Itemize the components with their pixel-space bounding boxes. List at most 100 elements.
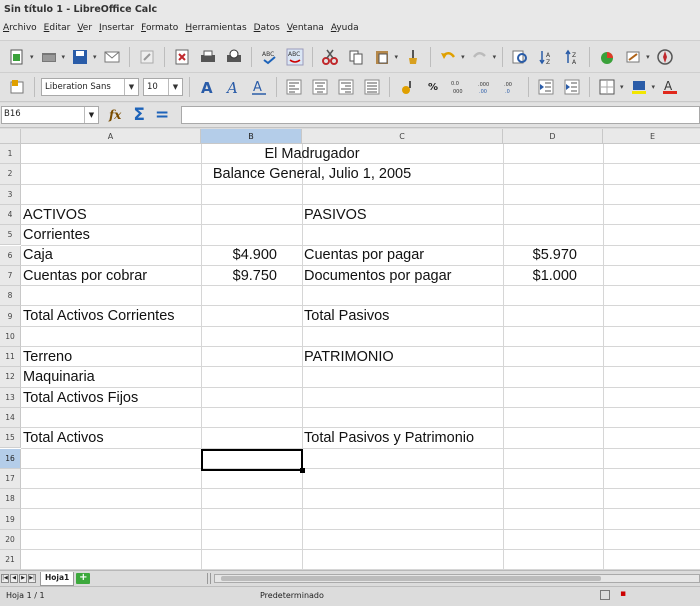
- sort-ascending-icon[interactable]: AZ: [535, 46, 557, 68]
- cell-a12[interactable]: Maquinaria: [23, 367, 95, 387]
- selection-mode-icon[interactable]: [600, 590, 610, 600]
- menu-ayuda[interactable]: Ayuda: [331, 23, 359, 40]
- next-sheet-icon[interactable]: ▶: [19, 574, 27, 583]
- name-box[interactable]: B16 ▼: [1, 106, 99, 124]
- row-header[interactable]: 10: [0, 326, 21, 347]
- open-folder-icon[interactable]: [38, 46, 60, 68]
- save-icon[interactable]: [69, 46, 91, 68]
- cell-c11[interactable]: PATRIMONIO: [304, 347, 394, 367]
- print-icon[interactable]: [197, 46, 219, 68]
- paste-dropdown-icon[interactable]: ▾: [395, 53, 399, 61]
- font-size-combo[interactable]: 10 ▼: [143, 78, 183, 96]
- add-sheet-icon[interactable]: +: [76, 573, 91, 584]
- draw-dropdown-icon[interactable]: ▾: [646, 53, 650, 61]
- menu-archivo[interactable]: Archivo: [3, 23, 37, 40]
- undo-dropdown-icon[interactable]: ▾: [461, 53, 465, 61]
- percent-format-icon[interactable]: %: [422, 76, 444, 98]
- cell-a11[interactable]: Terreno: [23, 347, 72, 367]
- increase-indent-icon[interactable]: [561, 76, 583, 98]
- redo-icon[interactable]: [469, 46, 491, 68]
- first-sheet-icon[interactable]: |◀: [1, 574, 9, 583]
- bold-icon[interactable]: A: [196, 76, 218, 98]
- autospellcheck-icon[interactable]: ABC: [284, 46, 306, 68]
- formula-input[interactable]: [181, 106, 700, 124]
- row-header[interactable]: 6: [0, 245, 21, 266]
- cell-b7[interactable]: $9.750: [201, 266, 277, 286]
- align-center-icon[interactable]: [309, 76, 331, 98]
- row-header[interactable]: 12: [0, 367, 21, 388]
- cell-subtitle[interactable]: Balance General, Julio 1, 2005: [21, 164, 603, 184]
- last-sheet-icon[interactable]: ▶|: [28, 574, 36, 583]
- cut-icon[interactable]: [319, 46, 341, 68]
- cell-b6[interactable]: $4.900: [201, 245, 277, 265]
- spellcheck-icon[interactable]: ABC: [258, 46, 280, 68]
- cell-c6[interactable]: Cuentas por pagar: [304, 245, 424, 265]
- edit-mode-icon[interactable]: [136, 46, 158, 68]
- font-color-icon[interactable]: A: [659, 76, 681, 98]
- currency-format-icon[interactable]: [396, 76, 418, 98]
- italic-icon[interactable]: A: [222, 76, 244, 98]
- align-right-icon[interactable]: [335, 76, 357, 98]
- row-header[interactable]: 20: [0, 529, 21, 550]
- column-header-e[interactable]: E: [603, 129, 700, 144]
- cell-a15[interactable]: Total Activos: [23, 428, 104, 448]
- cell-a7[interactable]: Cuentas por cobrar: [23, 266, 147, 286]
- email-icon[interactable]: [101, 46, 123, 68]
- prev-sheet-icon[interactable]: ◀: [10, 574, 18, 583]
- background-color-icon[interactable]: [628, 76, 650, 98]
- export-pdf-icon[interactable]: [171, 46, 193, 68]
- row-header[interactable]: 7: [0, 265, 21, 287]
- sheet-tab-hoja1[interactable]: Hoja1: [40, 571, 75, 586]
- cell-a13[interactable]: Total Activos Fijos: [23, 388, 138, 408]
- cell-c15[interactable]: Total Pasivos y Patrimonio: [304, 428, 474, 448]
- chevron-down-icon[interactable]: ▼: [168, 79, 182, 95]
- row-header[interactable]: 15: [0, 428, 21, 449]
- open-dropdown-icon[interactable]: ▾: [62, 53, 66, 61]
- row-header[interactable]: 21: [0, 550, 21, 570]
- new-dropdown-icon[interactable]: ▾: [30, 53, 34, 61]
- find-replace-icon[interactable]: [509, 46, 531, 68]
- paste-icon[interactable]: [371, 46, 393, 68]
- menu-ventana[interactable]: Ventana: [287, 23, 324, 40]
- redo-dropdown-icon[interactable]: ▾: [493, 53, 497, 61]
- row-header[interactable]: 9: [0, 306, 21, 327]
- row-header[interactable]: 11: [0, 347, 21, 368]
- add-decimal-icon[interactable]: .000.00: [474, 76, 496, 98]
- cell-d6[interactable]: $5.970: [503, 245, 577, 265]
- row-header[interactable]: 1: [0, 144, 21, 165]
- row-header[interactable]: 5: [0, 225, 21, 246]
- cell-c7[interactable]: Documentos por pagar: [304, 266, 452, 286]
- number-format-icon[interactable]: 0.0 000: [448, 76, 470, 98]
- page-style[interactable]: Predeterminado: [260, 591, 324, 600]
- tab-scroll-splitter[interactable]: [207, 573, 211, 584]
- scrollbar-thumb[interactable]: [221, 576, 601, 581]
- cell-a5[interactable]: Corrientes: [23, 225, 90, 245]
- sum-icon[interactable]: Σ: [133, 105, 145, 125]
- row-header[interactable]: 19: [0, 509, 21, 530]
- decrease-indent-icon[interactable]: [535, 76, 557, 98]
- row-header[interactable]: 16: [0, 448, 21, 469]
- menu-datos[interactable]: Datos: [254, 23, 280, 40]
- cell-a4[interactable]: ACTIVOS: [23, 205, 87, 225]
- spreadsheet-grid[interactable]: A B C D E 1 2 3 4 5 6 7 8 9 10 11 12 13 14 15 16 17 18 19 2…: [0, 129, 700, 570]
- navigator-icon[interactable]: [654, 46, 676, 68]
- font-name-combo[interactable]: Liberation Sans ▼: [41, 78, 139, 96]
- cell-c4[interactable]: PASIVOS: [304, 205, 367, 225]
- justify-icon[interactable]: [361, 76, 383, 98]
- borders-dropdown-icon[interactable]: ▾: [620, 83, 624, 91]
- menu-ver[interactable]: Ver: [77, 23, 92, 40]
- cell-a9[interactable]: Total Activos Corrientes: [23, 306, 175, 326]
- styles-formatting-icon[interactable]: [6, 76, 28, 98]
- undo-icon[interactable]: [437, 46, 459, 68]
- column-header-a[interactable]: A: [21, 129, 201, 144]
- cell-cursor[interactable]: [201, 449, 305, 473]
- menu-editar[interactable]: Editar: [44, 23, 71, 40]
- clone-formatting-icon[interactable]: [402, 46, 424, 68]
- function-wizard-icon[interactable]: fx: [109, 108, 121, 122]
- cell-c9[interactable]: Total Pasivos: [304, 306, 389, 326]
- menu-herramientas[interactable]: Herramientas: [185, 23, 246, 40]
- underline-icon[interactable]: A: [248, 76, 270, 98]
- borders-icon[interactable]: [596, 76, 618, 98]
- row-header[interactable]: 18: [0, 489, 21, 510]
- draw-functions-icon[interactable]: [622, 46, 644, 68]
